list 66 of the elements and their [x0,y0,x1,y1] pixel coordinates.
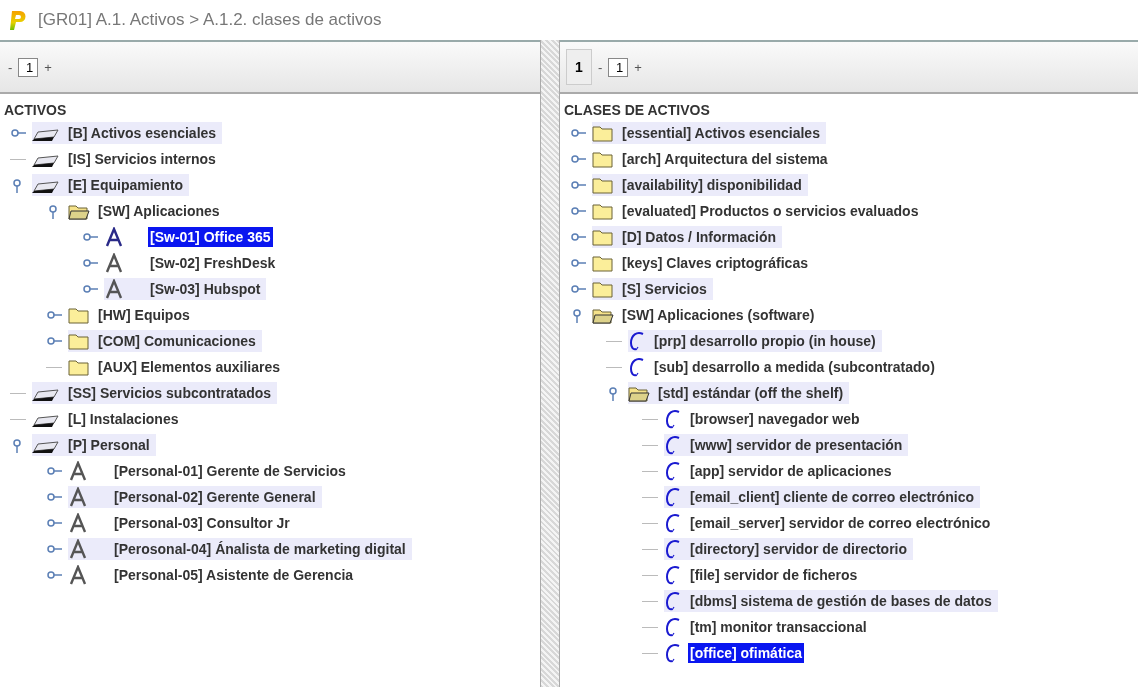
tree-root: ACTIVOS [3,101,68,120]
letter-c-icon [664,461,682,481]
tree-node[interactable]: [Sw-01] Office 365 [148,227,273,247]
folder-icon [68,358,90,376]
a-shape-icon [104,253,124,273]
open-folder-icon [592,306,614,324]
folder-icon [68,332,90,350]
tree-node[interactable]: [SW] Aplicaciones (software) [620,305,817,325]
a-shape-icon [104,279,124,299]
tree-node[interactable]: [Personal-01] Gerente de Servicios [112,461,348,481]
letter-c-icon [664,617,682,637]
tree-node[interactable]: [email_server] servidor de correo electrónico [688,513,993,533]
a-shape-icon [68,513,88,533]
folder-icon [592,176,614,194]
page-field[interactable]: 1 [18,57,39,77]
letter-c-icon [664,565,682,585]
letter-c-icon [664,513,682,533]
tree-node[interactable]: [IS] Servicios internos [66,149,218,169]
a-shape-icon [104,227,124,247]
a-shape-icon [68,539,88,559]
letter-c-icon [628,331,646,351]
decrement-button[interactable]: - [6,59,15,75]
folder-icon [592,280,614,298]
increment-button[interactable]: + [632,59,644,75]
app-logo-icon [8,9,28,31]
tree-node[interactable]: [Personal-03] Consultor Jr [112,513,292,533]
a-shape-icon [68,565,88,585]
letter-c-icon [664,435,682,455]
tree-node[interactable]: [SW] Aplicaciones [96,201,222,221]
page-button[interactable]: 1 [566,49,592,85]
page-field[interactable]: 1 [608,57,629,77]
letter-c-icon [664,487,682,507]
a-shape-icon [68,461,88,481]
folder-icon [592,124,614,142]
tree-root: CLASES DE ACTIVOS [563,101,711,120]
letter-c-icon [628,357,646,377]
tree-node[interactable]: [office] ofimática [688,643,804,663]
folder-icon [592,254,614,272]
letter-c-icon [664,643,682,663]
tree-node[interactable]: [tm] monitor transaccional [688,617,869,637]
tree-node[interactable]: [file] servidor de ficheros [688,565,860,585]
tree-node[interactable]: [app] servidor de aplicaciones [688,461,894,481]
tree-node[interactable]: [HW] Equipos [96,305,192,325]
window-title: [GR01] A.1. Activos > A.1.2. clases de activos [38,10,382,30]
decrement-button[interactable]: - [596,59,605,75]
open-folder-icon [628,384,650,402]
folder-icon [592,228,614,246]
tree-node[interactable]: [Sw-02] FreshDesk [148,253,278,273]
tree-node[interactable]: [keys] Claves criptográficas [620,253,810,273]
tree-node[interactable]: [Personal-05] Asistente de Gerencia [112,565,356,585]
a-shape-icon [68,487,88,507]
folder-icon [592,202,614,220]
folder-icon [592,150,614,168]
tree-node[interactable]: [browser] navegador web [688,409,862,429]
splitter-handle[interactable] [540,40,560,687]
letter-c-icon [664,591,682,611]
open-folder-icon [68,202,90,220]
tree-node[interactable]: [evaluated] Productos o servicios evaluados [620,201,921,221]
increment-button[interactable]: + [42,59,54,75]
tree-node[interactable]: [arch] Arquitectura del sistema [620,149,830,169]
letter-c-icon [664,539,682,559]
tree-node[interactable]: [sub] desarrollo a medida (subcontratado) [652,357,937,377]
tree-node[interactable]: [AUX] Elementos auxiliares [96,357,283,377]
tree-node[interactable]: [L] Instalaciones [66,409,181,429]
folder-icon [68,306,90,324]
letter-c-icon [664,409,682,429]
